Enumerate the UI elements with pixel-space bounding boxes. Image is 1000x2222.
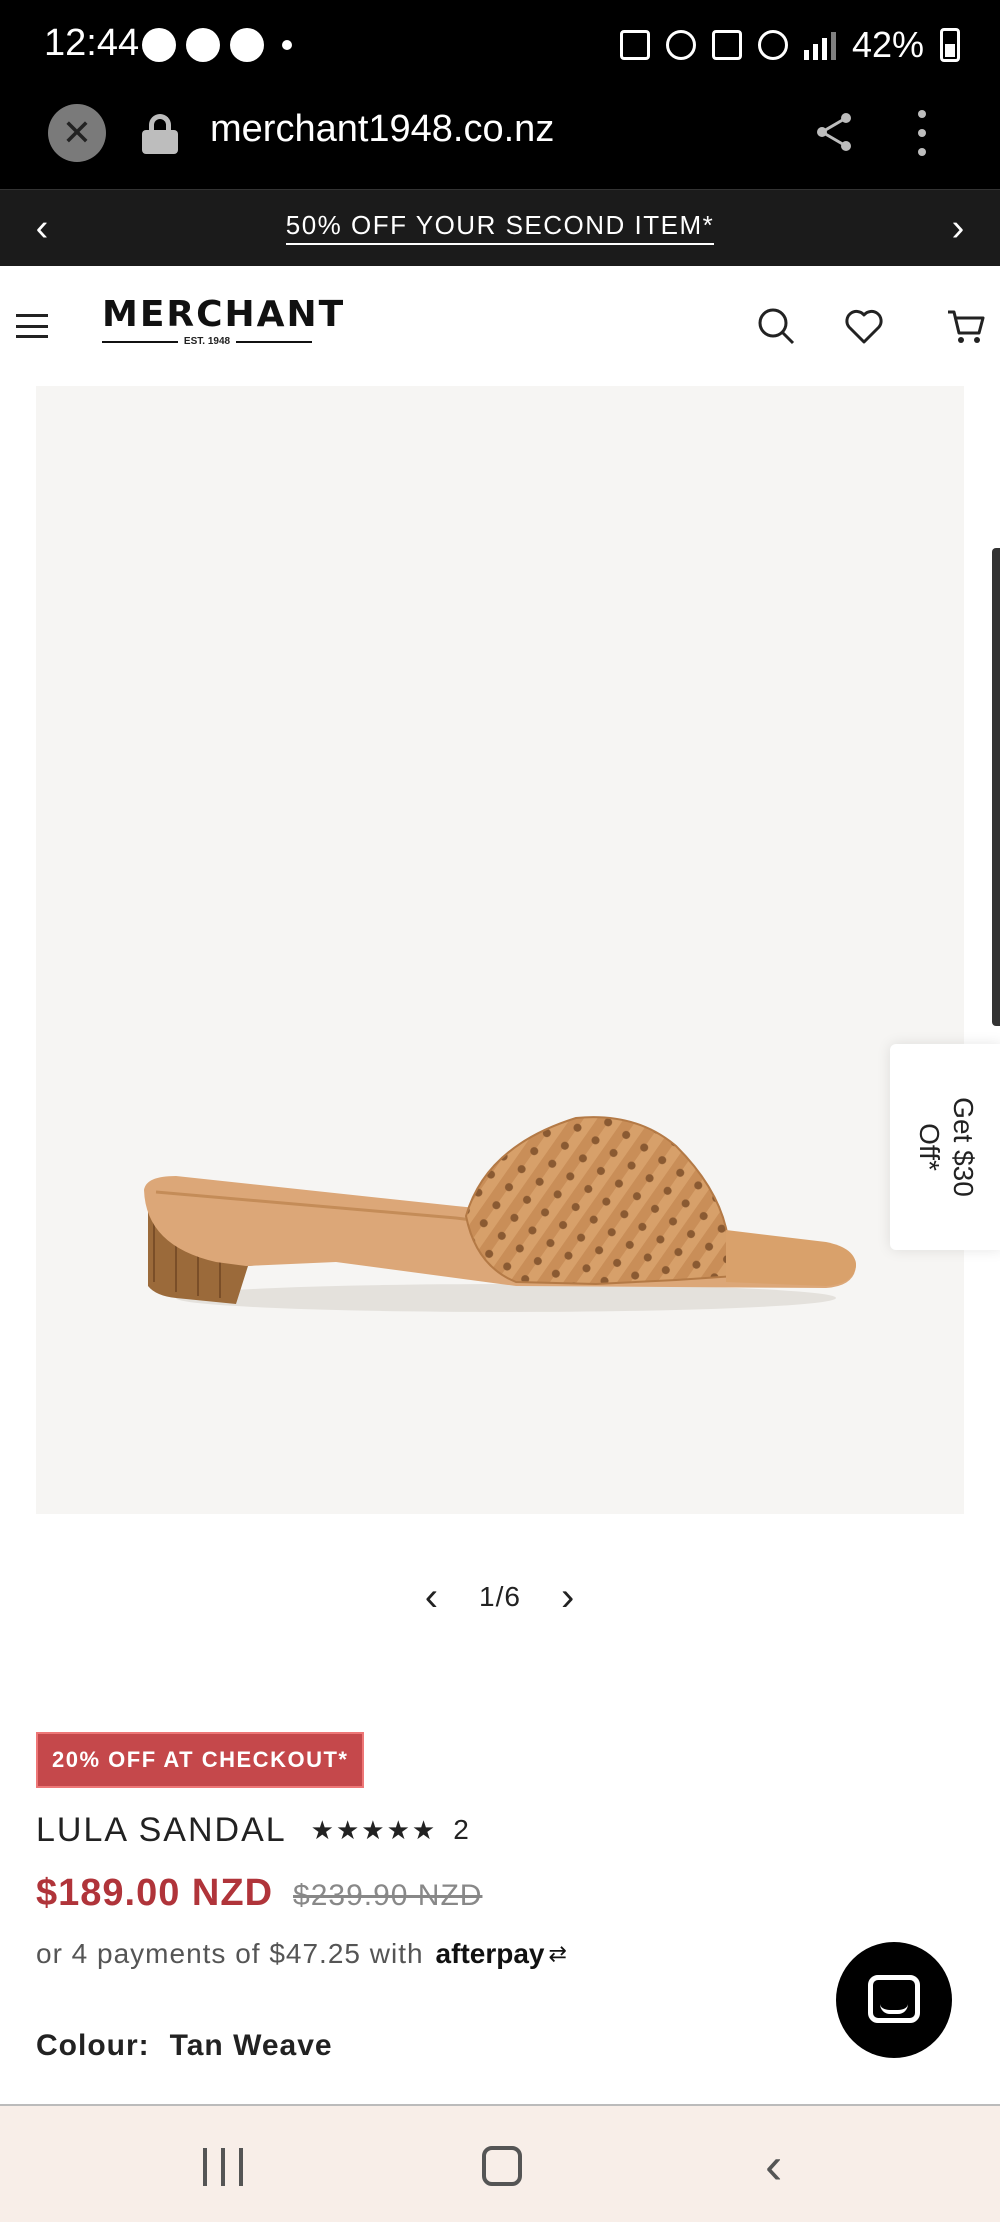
system-icons: 42%	[619, 24, 960, 66]
chat-icon	[868, 1975, 920, 2023]
colour-row: Colour: Tan Weave	[36, 2024, 333, 2068]
star-icon: ★	[361, 1815, 385, 1845]
notification-icons	[142, 28, 292, 62]
browser-toolbar: ✕ merchant1948.co.nz	[0, 90, 1000, 190]
cart-icon[interactable]	[946, 306, 986, 346]
afterpay-row: or 4 payments of $47.25 with afterpay ⇄	[36, 1934, 568, 1974]
afterpay-logo[interactable]: afterpay	[436, 1938, 545, 1970]
status-time: 12:44	[44, 22, 140, 64]
recents-icon[interactable]	[203, 2148, 243, 2186]
battery-percent: 42%	[851, 24, 924, 65]
image-pager: ‹ 1/6 ›	[0, 1572, 1000, 1622]
sale-price: $189.00 NZD	[36, 1872, 274, 1914]
menu-icon[interactable]	[16, 314, 48, 338]
battery-icon	[940, 28, 960, 62]
promo-text[interactable]: 50% OFF YOUR SECOND ITEM*	[285, 210, 715, 245]
star-icon: ★	[335, 1815, 360, 1845]
star-icon: ★	[386, 1815, 410, 1845]
colour-value: Tan Weave	[169, 2029, 333, 2062]
lock-icon[interactable]	[142, 114, 178, 154]
get-30-off-tab[interactable]: Get $30 Off*	[890, 1044, 1000, 1250]
product-title-row: LULA SANDAL ★ ★ ★ ★ ★ 2	[36, 1808, 469, 1852]
promo-next-icon[interactable]: ›	[938, 208, 978, 248]
close-tab-button[interactable]: ✕	[48, 104, 106, 162]
dot-icon	[282, 40, 292, 50]
back-icon[interactable]: ‹	[765, 2140, 782, 2192]
discount-badge: 20% OFF AT CHECKOUT*	[36, 1732, 365, 1788]
search-icon[interactable]	[756, 306, 796, 346]
wifi-icon	[757, 30, 788, 60]
site-logo[interactable]: MERCHANT EST. 1948	[102, 294, 346, 356]
site-header: MERCHANT EST. 1948	[0, 266, 1000, 386]
get-30-off-label[interactable]: Get $30 Off*	[912, 1072, 980, 1222]
star-icon: ★	[411, 1815, 436, 1845]
url-bar[interactable]: merchant1948.co.nz	[210, 108, 554, 151]
prev-image-icon[interactable]: ‹	[425, 1577, 439, 1617]
chat-icon	[186, 28, 220, 62]
rating-stars[interactable]: ★ ★ ★ ★ ★	[311, 1817, 436, 1843]
logo-wordmark: MERCHANT	[102, 294, 346, 335]
product-image[interactable]	[36, 386, 964, 1514]
promo-banner: ‹ 50% OFF YOUR SECOND ITEM* ›	[0, 190, 1000, 266]
price-row: $189.00 NZD $239.90 NZD	[36, 1872, 482, 1922]
status-bar: 12:44 42%	[0, 0, 1000, 90]
wishlist-heart-icon[interactable]	[844, 306, 884, 346]
messenger-icon	[230, 28, 264, 62]
alarm-icon	[665, 30, 696, 60]
messenger-icon	[142, 28, 176, 62]
product-title: LULA SANDAL	[36, 1810, 287, 1849]
promo-link[interactable]: 50% OFF YOUR SECOND ITEM*	[0, 210, 1000, 245]
image-counter: 1/6	[479, 1581, 521, 1612]
logo-est: EST. 1948	[102, 336, 312, 347]
afterpay-arrows-icon: ⇄	[548, 1941, 568, 1966]
system-nav-bar: ‹	[0, 2104, 1000, 2222]
next-image-icon[interactable]: ›	[561, 1577, 575, 1617]
original-price: $239.90 NZD	[293, 1879, 483, 1912]
sandal-illustration	[144, 1116, 856, 1312]
recycle-icon	[619, 30, 650, 60]
afterpay-text: or 4 payments of $47.25 with	[36, 1938, 424, 1969]
home-icon[interactable]	[482, 2146, 522, 2186]
more-options-icon[interactable]	[914, 110, 930, 156]
review-count[interactable]: 2	[453, 1814, 469, 1846]
star-icon: ★	[310, 1815, 334, 1845]
mute-icon	[711, 30, 742, 60]
chat-button[interactable]	[836, 1942, 952, 2058]
colour-label: Colour:	[36, 2029, 150, 2062]
page-scroll-indicator	[992, 548, 1000, 1026]
share-icon[interactable]	[812, 110, 856, 154]
signal-icon	[803, 30, 836, 60]
